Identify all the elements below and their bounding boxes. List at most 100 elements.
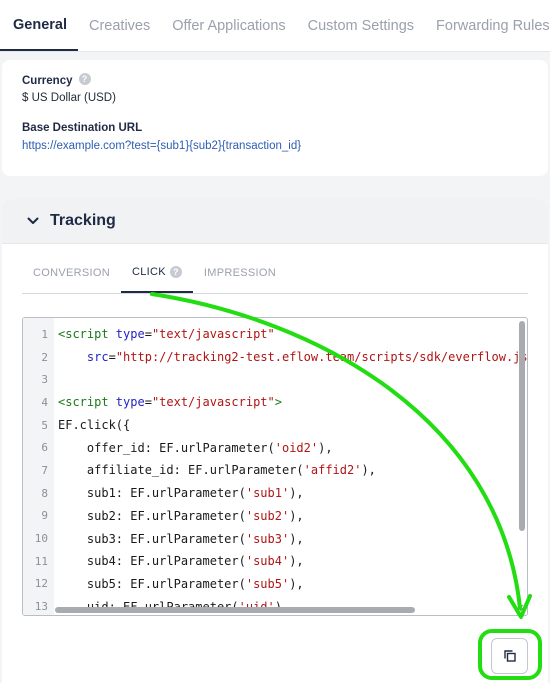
- tracking-card: Tracking CONVERSION CLICK? IMPRESSION 1 <…: [2, 199, 548, 683]
- code-token: type: [115, 395, 145, 410]
- code-line: 2 src="http://tracking2-test.eflow.team/…: [23, 346, 527, 369]
- code-line: 11 sub4: EF.urlParameter('sub4'),: [23, 550, 527, 573]
- code-line: 1 <script type="text/javascript": [23, 323, 527, 346]
- line-number: 13: [34, 600, 48, 614]
- code-text: sub5: EF.urlParameter('sub5'),: [54, 577, 304, 591]
- code-token: =: [144, 395, 152, 410]
- code-token: "http://tracking2-test.eflow.team/script…: [115, 350, 528, 365]
- resize-grip-icon[interactable]: [516, 604, 524, 612]
- code-token: "text/javascript": [151, 395, 275, 410]
- code-token: sub4: EF.urlParameter(: [58, 554, 246, 569]
- tracking-section-header[interactable]: Tracking: [2, 199, 548, 244]
- line-number: 8: [41, 486, 48, 500]
- code-token: sub2: EF.urlParameter(: [58, 508, 246, 523]
- tab-click[interactable]: CLICK?: [120, 253, 193, 293]
- code-text: affiliate_id: EF.urlParameter('affid2'),: [54, 463, 376, 477]
- tab-custom-settings[interactable]: Custom Settings: [297, 0, 425, 51]
- chevron-down-icon[interactable]: [22, 210, 44, 232]
- question-circle-icon[interactable]: ?: [169, 266, 182, 278]
- code-token: type: [115, 327, 145, 342]
- code-token: <script: [58, 327, 116, 342]
- base-url-link[interactable]: https://example.com?test={sub1}{sub2}{tr…: [22, 140, 301, 152]
- annotation-highlight-ring: [478, 629, 542, 680]
- tab-general[interactable]: General: [0, 0, 78, 51]
- line-number: 12: [34, 577, 48, 591]
- question-circle-icon[interactable]: ?: [78, 73, 91, 85]
- code-line: 10 sub3: EF.urlParameter('sub3'),: [23, 527, 527, 550]
- line-number: 10: [34, 532, 48, 546]
- code-token: ),: [289, 576, 304, 591]
- code-text: <script type="text/javascript">: [54, 395, 282, 409]
- currency-label: Currency: [22, 75, 73, 87]
- code-token: >: [274, 395, 282, 410]
- code-token: sub3: EF.urlParameter(: [58, 531, 246, 546]
- code-token: <script: [58, 395, 116, 410]
- tab-conversion[interactable]: CONVERSION: [22, 253, 121, 293]
- general-card: Currency? $ US Dollar (USD) Base Destina…: [2, 60, 548, 176]
- code-text: offer_id: EF.urlParameter('oid2'),: [54, 441, 333, 455]
- line-number: 9: [41, 509, 48, 523]
- code-token: 'sub3': [245, 531, 290, 546]
- currency-label-row: Currency?: [22, 73, 91, 87]
- code-token: ),: [289, 508, 304, 523]
- code-line: 7 affiliate_id: EF.urlParameter('affid2'…: [23, 459, 527, 482]
- tab-creatives[interactable]: Creatives: [78, 0, 161, 51]
- code-token: "text/javascript": [151, 327, 275, 342]
- code-token: EF.click({: [58, 418, 131, 433]
- code-token: 'affid2': [303, 463, 362, 478]
- code-text: <script type="text/javascript": [54, 327, 275, 341]
- code-token: offer_id: EF.urlParameter(: [58, 440, 275, 455]
- code-line: 8 sub1: EF.urlParameter('sub1'),: [23, 482, 527, 505]
- code-token: 'sub1': [245, 486, 290, 501]
- line-number: 7: [41, 463, 48, 477]
- base-url-label: Base Destination URL: [22, 122, 143, 134]
- code-token: affiliate_id: EF.urlParameter(: [58, 463, 304, 478]
- line-number: 2: [41, 350, 48, 364]
- code-token: ),: [289, 554, 304, 569]
- code-token: sub5: EF.urlParameter(: [58, 576, 246, 591]
- line-number: 3: [41, 373, 48, 387]
- code-text: sub4: EF.urlParameter('sub4'),: [54, 554, 304, 568]
- code-token: =: [144, 327, 152, 342]
- line-number: 4: [41, 395, 48, 409]
- top-tab-bar: General Creatives Offer Applications Cus…: [0, 0, 550, 52]
- code-token: 'oid2': [274, 440, 319, 455]
- code-line: 6 offer_id: EF.urlParameter('oid2'),: [23, 436, 527, 459]
- code-text: sub3: EF.urlParameter('sub3'),: [54, 532, 304, 546]
- code-token: ),: [318, 440, 333, 455]
- tab-forwarding-rules[interactable]: Forwarding Rules: [425, 0, 550, 51]
- code-token: 'sub2': [245, 508, 290, 523]
- code-line: 9 sub2: EF.urlParameter('sub2'),: [23, 505, 527, 528]
- tracking-sub-tabs: CONVERSION CLICK? IMPRESSION: [22, 253, 528, 294]
- line-number: 1: [41, 327, 48, 341]
- horizontal-scrollbar[interactable]: [55, 607, 415, 613]
- code-line: 12 sub5: EF.urlParameter('sub5'),: [23, 573, 527, 596]
- code-text: EF.click({: [54, 418, 130, 432]
- line-number: 5: [41, 418, 48, 432]
- code-lines: 1 <script type="text/javascript" 2 src="ht…: [23, 323, 527, 615]
- tracking-code-editor[interactable]: 1 <script type="text/javascript" 2 src="ht…: [22, 317, 528, 616]
- code-token: ),: [361, 463, 376, 478]
- code-token: sub1: EF.urlParameter(: [58, 486, 246, 501]
- code-token: =: [108, 350, 116, 365]
- vertical-scrollbar[interactable]: [519, 321, 525, 531]
- line-number: 6: [41, 441, 48, 455]
- code-text: src="http://tracking2-test.eflow.team/sc…: [54, 350, 528, 365]
- code-line: 4 <script type="text/javascript">: [23, 391, 527, 414]
- code-token: ),: [289, 531, 304, 546]
- line-number: 11: [34, 554, 48, 568]
- code-token: ),: [289, 486, 304, 501]
- tab-offer-applications[interactable]: Offer Applications: [161, 0, 296, 51]
- code-text: sub2: EF.urlParameter('sub2'),: [54, 509, 304, 523]
- code-token: 'sub4': [245, 554, 290, 569]
- code-token: src: [86, 350, 109, 365]
- code-line: 3: [23, 368, 527, 391]
- currency-value: $ US Dollar (USD): [22, 92, 116, 104]
- code-text: sub1: EF.urlParameter('sub1'),: [54, 486, 304, 500]
- tab-impression[interactable]: IMPRESSION: [193, 253, 287, 293]
- code-token: 'sub5': [245, 576, 290, 591]
- tracking-title: Tracking: [50, 212, 116, 229]
- code-line: 5 EF.click({: [23, 414, 527, 437]
- tab-click-label: CLICK: [131, 266, 166, 278]
